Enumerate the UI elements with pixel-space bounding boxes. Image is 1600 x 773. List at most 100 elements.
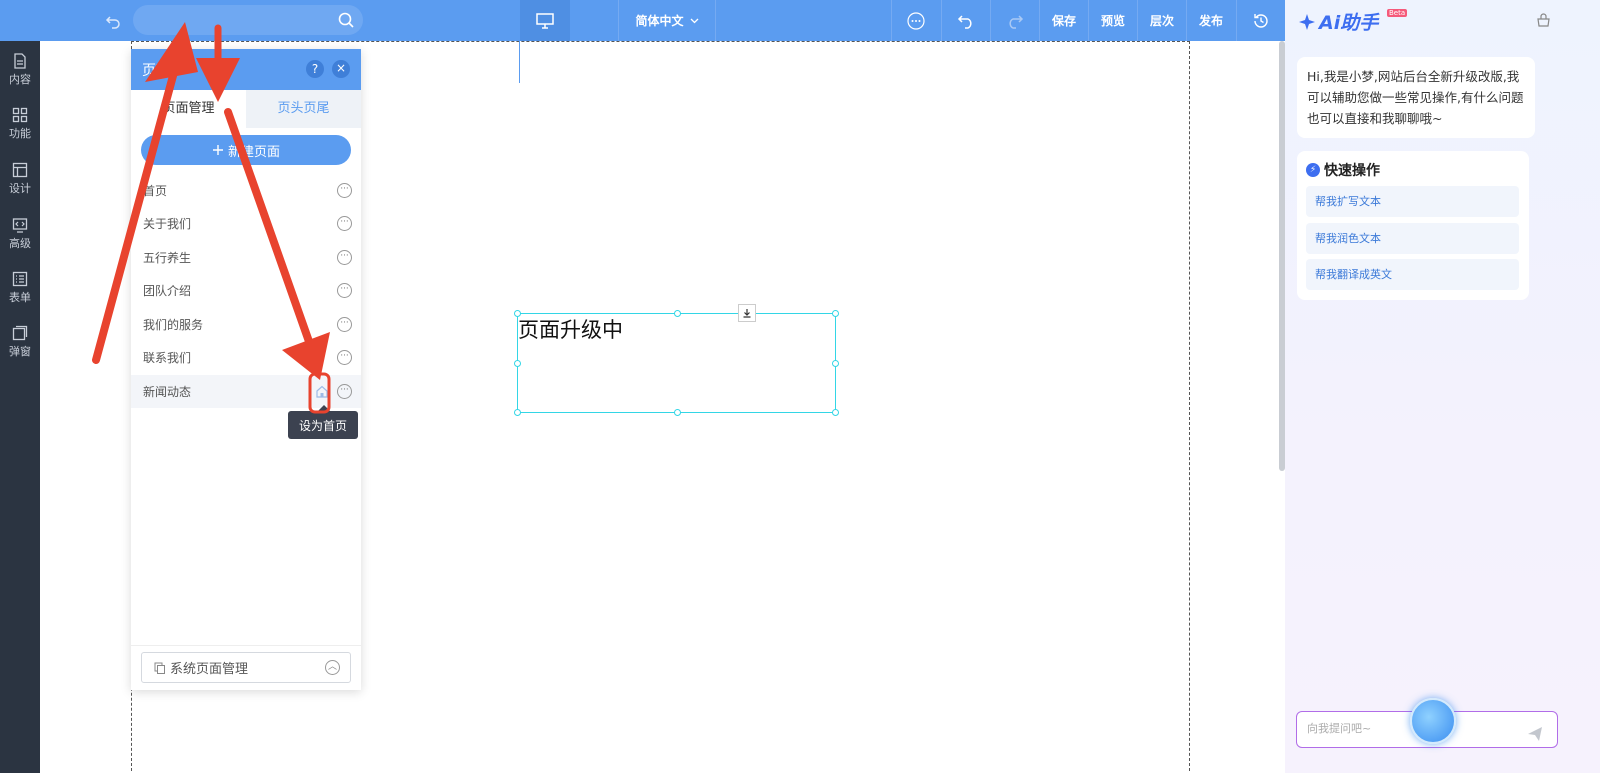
panel-title: 页面	[142, 63, 170, 79]
panel-divider	[131, 645, 361, 646]
more-icon[interactable]: ···	[337, 384, 352, 399]
left-sidebar: 内容 功能 设计 高级 表单 弹窗	[0, 41, 40, 773]
quick-actions-title: ⚡ 快速操作	[1306, 160, 1380, 180]
back-icon[interactable]	[100, 8, 126, 34]
resize-handle[interactable]	[514, 310, 521, 317]
help-icon[interactable]: ?	[306, 60, 324, 78]
plus-icon	[212, 145, 223, 155]
nav-content[interactable]: 内容	[0, 45, 40, 95]
lightning-icon: ⚡	[1306, 163, 1320, 177]
home-icon[interactable]	[315, 384, 329, 399]
undo-button[interactable]	[941, 0, 990, 41]
history-button[interactable]	[1236, 0, 1285, 41]
download-icon[interactable]	[738, 304, 756, 322]
nav-design-label: 设计	[9, 182, 31, 195]
text-module[interactable]: 页面升级中	[517, 313, 836, 413]
page-item-label: 五行养生	[143, 251, 192, 265]
search-icon[interactable]	[337, 11, 355, 29]
close-icon[interactable]: ×	[332, 60, 350, 78]
page-item-label: 团队介绍	[143, 284, 192, 298]
set-homepage-tooltip: 设为首页	[288, 405, 358, 439]
new-page-label: 新建页面	[227, 144, 280, 160]
new-page-button[interactable]: 新建页面	[141, 135, 351, 165]
nav-advanced-label: 高级	[9, 237, 31, 250]
more-icon[interactable]: ···	[337, 183, 352, 198]
more-icon[interactable]: ···	[337, 283, 352, 298]
page-item-label: 首页	[143, 184, 168, 198]
tab-header-footer[interactable]: 页头页尾	[246, 90, 361, 128]
chevron-up-icon[interactable]: ︿	[325, 660, 340, 675]
code-icon	[12, 218, 28, 233]
undo-icon	[957, 14, 972, 29]
chevron-down-icon	[690, 18, 698, 23]
more-options-button[interactable]	[891, 0, 940, 41]
page-item[interactable]: 关于我们 ···	[131, 207, 361, 240]
quick-action-expand[interactable]: 帮我扩写文本	[1306, 186, 1519, 217]
ai-greeting-message: Hi,我是小梦,网站后台全新升级改版,我可以辅助您做一些常见操作,有什么问题也可…	[1297, 57, 1535, 138]
resize-handle[interactable]	[514, 360, 521, 367]
system-page-management-button[interactable]: 系统页面管理 ︿	[141, 652, 351, 683]
quick-action-polish[interactable]: 帮我润色文本	[1306, 223, 1519, 254]
ai-assistant-panel: Ai助手 Beta Hi,我是小梦,网站后台全新升级改版,我可以辅助您做一些常见…	[1285, 0, 1600, 773]
resize-handle[interactable]	[832, 310, 839, 317]
more-icon[interactable]: ···	[337, 250, 352, 265]
resize-handle[interactable]	[674, 310, 681, 317]
send-icon[interactable]	[1527, 722, 1543, 741]
more-icon[interactable]: ···	[337, 216, 352, 231]
nav-advanced[interactable]: 高级	[0, 209, 40, 259]
quick-actions-card: ⚡ 快速操作 帮我扩写文本 帮我润色文本 帮我翻译成英文	[1297, 151, 1529, 300]
nav-design[interactable]: 设计	[0, 154, 40, 204]
page-item[interactable]: 新闻动态 ···	[131, 375, 361, 408]
save-button[interactable]: 保存	[1039, 0, 1088, 41]
sparkle-icon	[1299, 13, 1315, 30]
ai-avatar-orb[interactable]	[1410, 698, 1456, 744]
more-icon[interactable]: ···	[337, 350, 352, 365]
ai-logo: Ai助手	[1297, 8, 1378, 35]
page-item[interactable]: 首页 ···	[131, 174, 361, 207]
quick-action-translate[interactable]: 帮我翻译成英文	[1306, 259, 1519, 290]
search-input[interactable]	[133, 5, 363, 35]
more-icon[interactable]: ···	[337, 317, 352, 332]
resize-handle[interactable]	[674, 409, 681, 416]
ai-input-placeholder: 向我提问吧~	[1307, 722, 1372, 735]
layout-icon	[12, 162, 28, 178]
redo-icon	[1009, 14, 1024, 29]
clear-chat-icon[interactable]	[1536, 13, 1551, 28]
ai-logo-text: Ai助手	[1319, 12, 1379, 34]
popup-icon	[12, 325, 28, 341]
panel-header: 页面 ? ×	[131, 49, 361, 90]
resize-handle[interactable]	[514, 409, 521, 416]
page-item-label: 新闻动态	[143, 385, 192, 399]
nav-popup-label: 弹窗	[9, 345, 31, 358]
language-dropdown[interactable]: 简体中文	[618, 0, 716, 41]
system-page-label: 系统页面管理	[170, 662, 249, 677]
page-item[interactable]: 团队介绍 ···	[131, 274, 361, 307]
guide-line	[519, 41, 520, 83]
page-item[interactable]: 联系我们 ···	[131, 341, 361, 374]
nav-form[interactable]: 表单	[0, 263, 40, 313]
history-icon	[1254, 13, 1268, 28]
tab-page-management[interactable]: 页面管理	[131, 90, 246, 128]
redo-button[interactable]	[990, 0, 1039, 41]
resize-handle[interactable]	[832, 409, 839, 416]
page-item-label: 联系我们	[143, 351, 192, 365]
beta-badge: Beta	[1387, 9, 1408, 17]
copy-icon	[154, 662, 165, 674]
text-module-content[interactable]: 页面升级中	[518, 314, 623, 344]
monitor-icon	[536, 12, 554, 29]
nav-functions[interactable]: 功能	[0, 99, 40, 149]
publish-button[interactable]: 发布	[1186, 0, 1235, 41]
desktop-view-button[interactable]	[520, 0, 570, 41]
page-item[interactable]: 我们的服务 ···	[131, 308, 361, 341]
resize-handle[interactable]	[832, 360, 839, 367]
preview-button[interactable]: 预览	[1088, 0, 1137, 41]
form-icon	[12, 271, 28, 287]
ellipsis-icon	[907, 11, 925, 30]
page-item-label: 关于我们	[143, 217, 192, 231]
page-item[interactable]: 五行养生 ···	[131, 241, 361, 274]
document-icon	[14, 53, 26, 69]
nav-form-label: 表单	[9, 291, 31, 304]
quick-actions-label: 快速操作	[1324, 163, 1380, 179]
layers-button[interactable]: 层次	[1137, 0, 1186, 41]
nav-popup[interactable]: 弹窗	[0, 317, 40, 367]
